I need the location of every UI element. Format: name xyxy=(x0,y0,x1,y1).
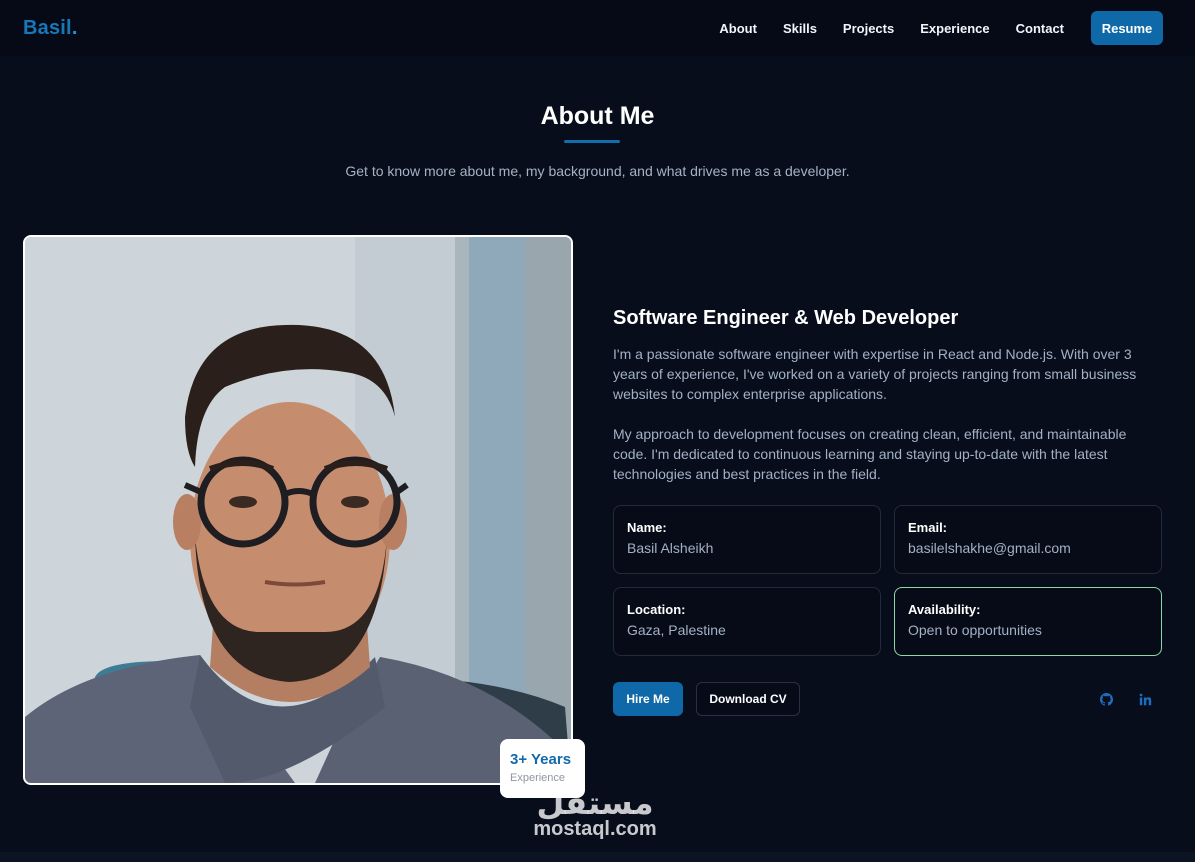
experience-years: 3+ Years xyxy=(510,751,572,768)
info-card-location: Location: Gaza, Palestine xyxy=(613,587,881,656)
nav-links: About Skills Projects Experience Contact… xyxy=(693,11,1163,45)
info-email-value: basilelshakhe@gmail.com xyxy=(908,540,1071,556)
section-title: About Me xyxy=(540,102,655,130)
nav-link-skills[interactable]: Skills xyxy=(783,21,817,36)
about-paragraph-2: My approach to development focuses on cr… xyxy=(613,426,1127,482)
info-name-label: Name: xyxy=(627,520,667,535)
nav-link-contact[interactable]: Contact xyxy=(1016,21,1064,36)
bottom-divider xyxy=(0,852,1195,862)
site-logo[interactable]: Basil. xyxy=(23,17,78,40)
download-cv-button[interactable]: Download CV xyxy=(696,682,800,716)
title-underline xyxy=(564,140,620,143)
top-navbar: Basil. About Skills Projects Experience … xyxy=(0,0,1195,56)
info-card-availability: Availability: Open to opportunities xyxy=(894,587,1162,656)
section-subtitle: Get to know more about me, my background… xyxy=(345,163,850,179)
linkedin-icon[interactable] xyxy=(1136,690,1154,708)
info-location-label: Location: xyxy=(627,602,686,617)
info-card-email: Email: basilelshakhe@gmail.com xyxy=(894,505,1162,574)
info-availability-label: Availability: xyxy=(908,602,981,617)
nav-link-experience[interactable]: Experience xyxy=(920,21,989,36)
logo-text: Basil xyxy=(23,16,72,39)
info-availability-value: Open to opportunities xyxy=(908,622,1042,638)
resume-button[interactable]: Resume xyxy=(1091,11,1163,45)
mostaql-watermark: مستقل mostaql.com xyxy=(520,786,670,846)
profile-photo-illustration xyxy=(25,237,571,783)
hire-me-button[interactable]: Hire Me xyxy=(613,682,683,716)
nav-link-about[interactable]: About xyxy=(719,21,757,36)
about-headline: Software Engineer & Web Developer xyxy=(613,307,959,329)
info-email-label: Email: xyxy=(908,520,948,535)
watermark-arabic: مستقل xyxy=(536,785,654,821)
experience-label: Experience xyxy=(510,772,566,784)
info-location-value: Gaza, Palestine xyxy=(627,622,726,638)
linkedin-icon-glyph xyxy=(1139,693,1151,705)
nav-link-projects[interactable]: Projects xyxy=(843,21,894,36)
profile-photo xyxy=(23,235,573,785)
watermark-latin: mostaql.com xyxy=(533,818,657,840)
github-icon-glyph xyxy=(1099,692,1113,706)
logo-dot: . xyxy=(71,16,78,39)
info-card-name: Name: Basil Alsheikh xyxy=(613,505,881,574)
info-name-value: Basil Alsheikh xyxy=(627,540,714,556)
about-paragraph-1: I'm a passionate software engineer with … xyxy=(613,346,1137,402)
github-icon[interactable] xyxy=(1097,690,1115,708)
